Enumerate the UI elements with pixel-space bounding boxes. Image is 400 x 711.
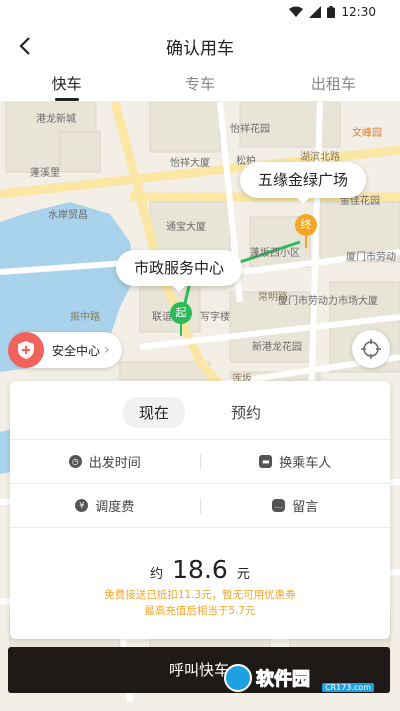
car-icon: ▬ xyxy=(259,455,273,468)
crosshair-icon xyxy=(361,339,381,359)
poi-label: 怡祥大厦 xyxy=(170,158,210,169)
road-label: 振中路 xyxy=(70,312,100,323)
header: 确认用车 xyxy=(0,24,400,68)
origin-marker-text: 起 xyxy=(175,306,187,319)
departure-time-option[interactable]: ◷ 出发时间 xyxy=(10,452,200,471)
tab-taxi[interactable]: 出租车 xyxy=(267,68,400,101)
poi-label: 新港龙花园 xyxy=(252,342,302,353)
back-arrow-icon xyxy=(19,37,30,55)
poi-label: 文峰园 xyxy=(352,128,382,139)
options-row-1: ◷ 出发时间 ▬ 换乘车人 xyxy=(10,439,390,483)
mode-reserve[interactable]: 预约 xyxy=(215,397,277,428)
ride-card: 现在 预约 ◷ 出发时间 ▬ 换乘车人 ¥ 调度费 … 留言 约 18.6 元 … xyxy=(10,381,390,639)
mode-now[interactable]: 现在 xyxy=(122,397,185,428)
message-icon: … xyxy=(272,499,286,512)
destination-marker-text: 终 xyxy=(300,218,312,231)
status-time: 12:30 xyxy=(341,5,376,19)
price-prefix: 约 xyxy=(150,567,164,582)
price-estimate[interactable]: 约 18.6 元 xyxy=(10,555,390,584)
dispatch-fee-label: 调度费 xyxy=(95,500,135,515)
clock-icon: ◷ xyxy=(68,455,82,468)
road-label: 湖滨北路 xyxy=(300,152,340,163)
status-bar: 12:30 xyxy=(0,0,400,24)
tab-premier[interactable]: 专车 xyxy=(133,68,266,101)
change-passenger-label: 换乘车人 xyxy=(279,456,332,471)
options-row-2: ¥ 调度费 … 留言 xyxy=(10,483,390,527)
change-passenger-option[interactable]: ▬ 换乘车人 xyxy=(201,452,391,471)
safety-center-button[interactable]: 安全中心 › xyxy=(8,332,122,368)
service-tabs: 快车 专车 出租车 xyxy=(0,68,400,102)
wifi-icon xyxy=(289,6,304,17)
poi-label: 蓬溪里 xyxy=(30,168,60,179)
status-icons xyxy=(289,6,336,18)
poi-label: 蓬坂西小区 xyxy=(250,248,300,259)
destination-marker-stem xyxy=(305,236,307,248)
destination-bubble[interactable]: 五缘金绿广场 xyxy=(240,162,367,204)
battery-icon xyxy=(327,6,336,18)
poi-label: 联谊 xyxy=(152,312,172,323)
message-label: 留言 xyxy=(292,500,319,515)
tab-express[interactable]: 快车 xyxy=(0,68,133,101)
locate-button[interactable] xyxy=(352,330,390,368)
destination-label: 五缘金绿广场 xyxy=(258,171,349,189)
poi-label: 港龙新城 xyxy=(36,114,76,125)
price-value: 18.6 xyxy=(172,555,228,584)
origin-label: 市政服务中心 xyxy=(134,259,225,277)
recharge-note: 最高充值后相当于5.7元 xyxy=(144,605,256,617)
time-mode-row: 现在 预约 xyxy=(10,397,390,428)
signal-icon xyxy=(309,6,322,18)
poi-label: 通宝大厦 xyxy=(166,222,206,233)
site-watermark: 软件园 CR173.com xyxy=(224,663,390,693)
watermark-text: 软件园 xyxy=(256,669,311,691)
chevron-right-icon: › xyxy=(104,342,110,358)
origin-bubble[interactable]: 市政服务中心 xyxy=(116,250,243,292)
dispatch-fee-option[interactable]: ¥ 调度费 xyxy=(10,496,200,515)
call-car-label: 呼叫快车 xyxy=(168,661,229,679)
poi-label: 水岸贸昌 xyxy=(48,210,88,221)
price-unit: 元 xyxy=(236,567,250,582)
back-button[interactable] xyxy=(12,33,38,59)
message-option[interactable]: … 留言 xyxy=(201,496,391,515)
poi-label: 厦门市劳动 xyxy=(346,252,396,263)
shield-icon xyxy=(8,332,44,368)
yen-icon: ¥ xyxy=(75,499,89,512)
watermark-subtext: CR173.com xyxy=(321,683,374,692)
discount-note: 免费接送已抵扣11.3元，暂无可用优惠券 xyxy=(104,589,296,601)
destination-marker[interactable]: 终 xyxy=(295,214,317,236)
poi-label: 写字楼 xyxy=(200,312,230,323)
poi-label: 厦门市劳动力市场大厦 xyxy=(278,296,378,307)
origin-marker-stem xyxy=(180,324,182,336)
poi-label: 怡祥花园 xyxy=(230,124,270,135)
page-title: 确认用车 xyxy=(166,38,234,59)
watermark-logo-icon xyxy=(224,664,252,692)
origin-marker[interactable]: 起 xyxy=(170,302,192,324)
departure-time-label: 出发时间 xyxy=(88,456,141,471)
divider xyxy=(10,527,390,528)
safety-center-label: 安全中心 xyxy=(52,343,101,358)
